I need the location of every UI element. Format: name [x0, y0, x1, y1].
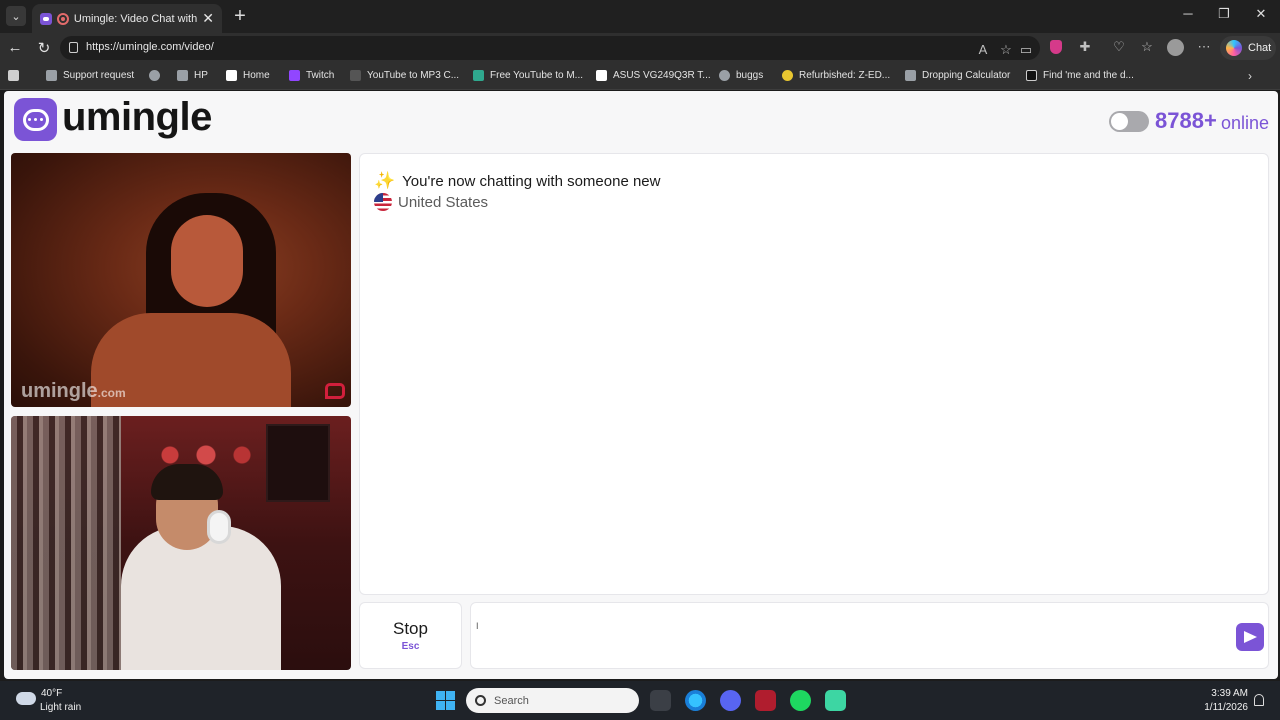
bookmark-free-youtube[interactable]: Free YouTube to M... [473, 70, 583, 81]
stop-button[interactable]: Stop Esc [359, 602, 462, 669]
site-logo-text[interactable]: umingle [62, 95, 212, 140]
notification-bell-icon[interactable] [1254, 694, 1264, 706]
stranger-video: umingle.com [11, 153, 351, 407]
clock-time[interactable]: 3:39 AM [1203, 688, 1248, 699]
read-aloud-icon[interactable]: A [975, 42, 991, 57]
x-logo-icon [226, 70, 237, 81]
chevron-right-icon[interactable]: › [1248, 69, 1252, 83]
weather-condition[interactable]: Light rain [40, 702, 81, 713]
recording-indicator-icon [56, 12, 69, 25]
bookmark-asus[interactable]: ASUS VG249Q3R T... [596, 70, 711, 81]
bookmark-icon [46, 70, 57, 81]
bookmark-tiktok[interactable]: Find 'me and the d... [1026, 70, 1134, 81]
lock-icon [69, 42, 78, 53]
back-icon[interactable]: ← [5, 39, 25, 56]
bookmarks-bar: Support request HP Home Twitch YouTube t… [0, 63, 1280, 90]
refresh-icon[interactable]: ↻ [34, 39, 54, 57]
bookmark-dropping-calculator[interactable]: Dropping Calculator [905, 70, 1010, 81]
favorite-star-icon[interactable]: ☆ [998, 42, 1014, 58]
url-text: https://umingle.com/video/ [86, 41, 214, 53]
active-tab[interactable]: Umingle: Video Chat with Stra ✕ [32, 4, 222, 33]
bookmark-buggs[interactable]: buggs [719, 70, 763, 81]
theme-toggle[interactable] [1109, 111, 1149, 132]
browser-essentials-icon[interactable]: ♡ [1111, 39, 1127, 55]
taskbar-search[interactable]: Search [466, 688, 639, 713]
globe-icon [149, 70, 160, 81]
online-label: online [1221, 113, 1270, 133]
self-video [11, 416, 351, 670]
report-flag-icon[interactable] [325, 383, 345, 399]
us-flag-icon [374, 193, 392, 211]
search-icon [475, 695, 486, 706]
address-bar-row: ← ↻ https://umingle.com/video/ A ☆ ▭ ✚ ♡… [0, 33, 1280, 63]
spotify-icon[interactable] [790, 690, 811, 711]
camera-icon[interactable]: ▭ [1018, 42, 1034, 58]
calculator-icon [905, 70, 916, 81]
twitch-icon [289, 70, 300, 81]
bookmark-home[interactable]: Home [226, 70, 270, 81]
new-tab-button[interactable]: + [229, 5, 251, 28]
tiktok-icon [1026, 70, 1037, 81]
bookmark-icon [473, 70, 484, 81]
globe-icon [719, 70, 730, 81]
clock-date[interactable]: 1/11/2026 [1198, 702, 1248, 713]
task-view-icon[interactable] [650, 690, 671, 711]
chat-log: ✨ You're now chatting with someone new U… [359, 153, 1269, 595]
stop-label: Stop [393, 619, 428, 638]
folder-icon [177, 70, 188, 81]
reading-view-icon[interactable] [8, 70, 19, 81]
umingle-favicon-icon [40, 12, 52, 25]
sparkle-icon: ✨ [374, 171, 396, 190]
send-icon [1243, 631, 1257, 643]
umingle-page: umingle 8788+ online umingle.com ✨ You'r… [4, 91, 1278, 679]
tab-title: Umingle: Video Chat with Stra [73, 12, 198, 25]
online-count: 8788+ [1155, 108, 1217, 133]
copilot-icon [1226, 40, 1242, 56]
bookmark-youtube-mp3[interactable]: YouTube to MP3 C... [350, 70, 459, 81]
copilot-label: Chat [1248, 42, 1272, 54]
send-button[interactable] [1236, 623, 1264, 651]
weather-temperature[interactable]: 40°F [41, 688, 62, 699]
bookmark-hp[interactable]: HP [177, 70, 208, 81]
umingle-logo-icon[interactable] [14, 98, 57, 141]
close-window-icon[interactable]: ✕ [1251, 6, 1271, 22]
app-icon-green[interactable] [825, 690, 846, 711]
chat-status-message: You're now chatting with someone new [402, 172, 661, 190]
close-tab-icon[interactable]: ✕ [202, 10, 214, 27]
stop-shortcut: Esc [401, 641, 420, 652]
stranger-country: United States [398, 193, 489, 211]
more-menu-icon[interactable]: ⋯ [1196, 39, 1212, 55]
windows-taskbar: 40°F Light rain Search 3:39 AM 1/11/2026 [0, 681, 1280, 720]
bookmark-twitch[interactable]: Twitch [289, 70, 334, 81]
search-label: Search [494, 694, 529, 707]
copilot-chat-button[interactable]: Chat [1220, 36, 1276, 60]
bookmark-globe[interactable] [149, 70, 160, 81]
weather-cloud-icon[interactable] [16, 692, 36, 705]
bookmark-refurbished[interactable]: Refurbished: Z-ED... [782, 70, 890, 81]
text-cursor: I [476, 621, 479, 631]
extension-shield-icon[interactable] [1050, 40, 1062, 54]
restore-icon[interactable]: ❐ [1214, 6, 1234, 22]
video-watermark: umingle.com [21, 380, 126, 402]
tab-list-button[interactable]: ⌄ [6, 6, 26, 26]
bookmark-icon [596, 70, 607, 81]
edge-icon[interactable] [685, 690, 706, 711]
start-button[interactable] [436, 691, 455, 710]
app-icon[interactable] [755, 690, 776, 711]
profile-avatar[interactable] [1167, 39, 1184, 56]
browser-tab-bar: ⌄ Umingle: Video Chat with Stra ✕ + ─ ❐ … [0, 0, 1280, 33]
bookmark-icon [782, 70, 793, 81]
extensions-icon[interactable]: ✚ [1077, 39, 1093, 55]
url-input[interactable]: https://umingle.com/video/ A ☆ ▭ [60, 36, 1040, 60]
bookmark-support-request[interactable]: Support request [46, 70, 134, 81]
minimize-icon[interactable]: ─ [1178, 6, 1198, 21]
message-input[interactable]: I [470, 602, 1269, 669]
discord-icon[interactable] [720, 690, 741, 711]
favorites-icon[interactable]: ☆ [1139, 39, 1155, 55]
bookmark-icon [350, 70, 361, 81]
